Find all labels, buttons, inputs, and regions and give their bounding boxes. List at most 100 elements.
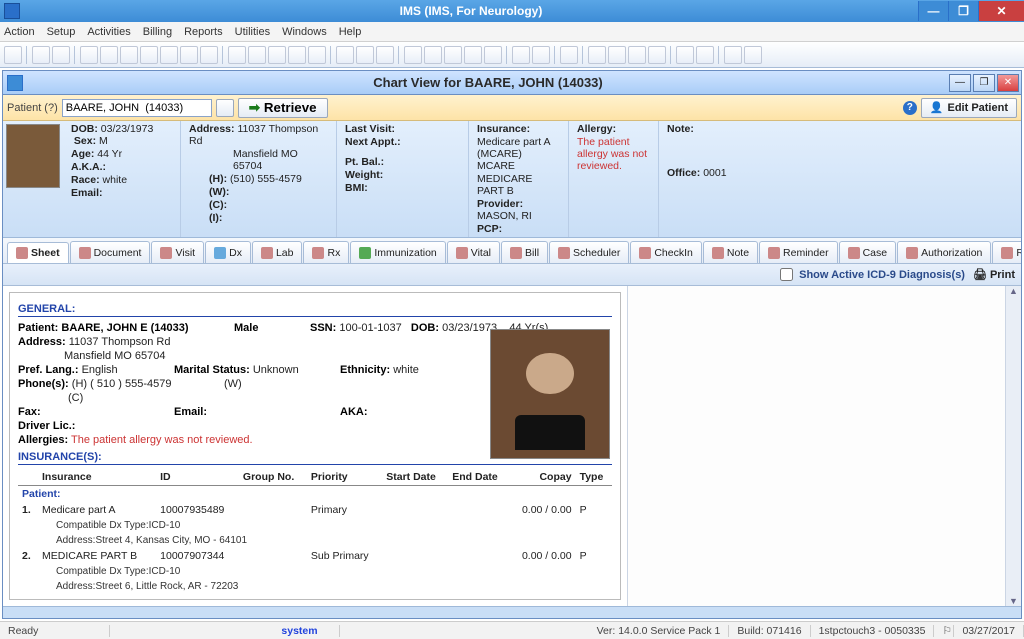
menu-help[interactable]: Help: [339, 26, 362, 38]
tab-referral[interactable]: Referral: [992, 241, 1021, 263]
menu-utilities[interactable]: Utilities: [235, 26, 270, 38]
tool-3[interactable]: [52, 46, 70, 64]
status-system-link[interactable]: system: [260, 625, 340, 637]
menu-activities[interactable]: Activities: [87, 26, 130, 38]
minimize-button[interactable]: —: [918, 1, 948, 21]
menu-billing[interactable]: Billing: [143, 26, 172, 38]
tool-18[interactable]: [376, 46, 394, 64]
tab-reminder[interactable]: Reminder: [759, 241, 838, 263]
show-icd-checkbox[interactable]: Show Active ICD-9 Diagnosis(s): [776, 265, 965, 284]
tool-29[interactable]: [628, 46, 646, 64]
tab-rx[interactable]: Rx: [303, 241, 349, 263]
tab-immunization[interactable]: Immunization: [350, 241, 445, 263]
sheet-content: GENERAL: Patient: BAARE, JOHN E (14033) …: [3, 286, 1021, 606]
tool-10[interactable]: [200, 46, 218, 64]
patient-label: Patient (?): [7, 102, 58, 114]
menu-setup[interactable]: Setup: [47, 26, 76, 38]
tab-scheduler[interactable]: Scheduler: [549, 241, 629, 263]
tab-note[interactable]: Note: [703, 241, 758, 263]
tool-6[interactable]: [120, 46, 138, 64]
tool-5[interactable]: [100, 46, 118, 64]
tool-9[interactable]: [180, 46, 198, 64]
app-titlebar: IMS (IMS, For Neurology) — ❐ ✕: [0, 0, 1024, 22]
menu-reports[interactable]: Reports: [184, 26, 223, 38]
chart-tabs: Sheet Document Visit Dx Lab Rx Immunizat…: [3, 238, 1021, 264]
tab-authorization[interactable]: Authorization: [897, 241, 991, 263]
tab-dx[interactable]: Dx: [205, 241, 251, 263]
tab-visit[interactable]: Visit: [151, 241, 204, 263]
authorization-icon: [906, 247, 918, 259]
subwin-bottom: [3, 606, 1021, 618]
subwin-restore[interactable]: ❐: [973, 74, 995, 92]
tab-checkin[interactable]: CheckIn: [630, 241, 702, 263]
edit-patient-button[interactable]: 👤Edit Patient: [921, 98, 1017, 118]
chart-view-icon: [7, 75, 23, 91]
tool-26[interactable]: [560, 46, 578, 64]
vital-icon: [456, 247, 468, 259]
close-button[interactable]: ✕: [978, 1, 1024, 21]
tab-lab[interactable]: Lab: [252, 241, 303, 263]
retrieve-button[interactable]: ➡Retrieve: [238, 98, 328, 118]
allergy-warning: The patient allergy was not reviewed.: [577, 136, 650, 172]
tool-20[interactable]: [424, 46, 442, 64]
tool-22[interactable]: [464, 46, 482, 64]
tool-34[interactable]: [744, 46, 762, 64]
tool-28[interactable]: [608, 46, 626, 64]
patient-input[interactable]: [62, 99, 212, 117]
tool-13[interactable]: [268, 46, 286, 64]
document-icon: [79, 247, 91, 259]
sheet-actionbar: Show Active ICD-9 Diagnosis(s) 🖨Print: [3, 264, 1021, 286]
status-db: 1stpctouch3 - 0050335: [811, 625, 935, 637]
main-toolbar: [0, 42, 1024, 68]
show-icd-input[interactable]: [780, 268, 793, 281]
tool-16[interactable]: [336, 46, 354, 64]
tab-sheet[interactable]: Sheet: [7, 242, 69, 264]
tool-8[interactable]: [160, 46, 178, 64]
tool-15[interactable]: [308, 46, 326, 64]
tool-2[interactable]: [32, 46, 50, 64]
bill-icon: [510, 247, 522, 259]
tab-bill[interactable]: Bill: [501, 241, 548, 263]
side-panel: [627, 286, 1021, 606]
tool-27[interactable]: [588, 46, 606, 64]
tool-31[interactable]: [676, 46, 694, 64]
tool-14[interactable]: [288, 46, 306, 64]
patient-sheet: GENERAL: Patient: BAARE, JOHN E (14033) …: [9, 292, 621, 600]
tool-25[interactable]: [532, 46, 550, 64]
scrollbar[interactable]: [1005, 286, 1021, 606]
tool-17[interactable]: [356, 46, 374, 64]
tool-33[interactable]: [724, 46, 742, 64]
sheet-allergy-warning: The patient allergy was not reviewed.: [71, 434, 253, 446]
tool-1[interactable]: [4, 46, 22, 64]
insurance-row: 1. Medicare part A 10007935489 Primary 0…: [18, 502, 612, 518]
person-icon: 👤: [930, 101, 944, 114]
tab-document[interactable]: Document: [70, 241, 151, 263]
tool-11[interactable]: [228, 46, 246, 64]
tab-vital[interactable]: Vital: [447, 241, 500, 263]
visit-icon: [160, 247, 172, 259]
tool-7[interactable]: [140, 46, 158, 64]
tool-30[interactable]: [648, 46, 666, 64]
restore-button[interactable]: ❐: [948, 1, 978, 21]
help-icon[interactable]: ?: [903, 101, 917, 115]
tool-23[interactable]: [484, 46, 502, 64]
print-button[interactable]: 🖨Print: [973, 268, 1015, 281]
subwin-minimize[interactable]: —: [949, 74, 971, 92]
status-version: Ver: 14.0.0 Service Pack 1: [589, 625, 730, 637]
menu-action[interactable]: Action: [4, 26, 35, 38]
tool-32[interactable]: [696, 46, 714, 64]
status-ready: Ready: [0, 625, 110, 637]
tool-19[interactable]: [404, 46, 422, 64]
tool-4[interactable]: [80, 46, 98, 64]
patient-lookup-icon[interactable]: [216, 99, 234, 117]
subwin-close[interactable]: ✕: [997, 74, 1019, 92]
status-date: 03/27/2017: [954, 625, 1024, 637]
tab-case[interactable]: Case: [839, 241, 897, 263]
general-heading: GENERAL:: [18, 303, 612, 317]
patient-bar: Patient (?) ➡Retrieve ? 👤Edit Patient: [3, 95, 1021, 121]
tool-12[interactable]: [248, 46, 266, 64]
tool-24[interactable]: [512, 46, 530, 64]
tool-21[interactable]: [444, 46, 462, 64]
menu-windows[interactable]: Windows: [282, 26, 327, 38]
scheduler-icon: [558, 247, 570, 259]
